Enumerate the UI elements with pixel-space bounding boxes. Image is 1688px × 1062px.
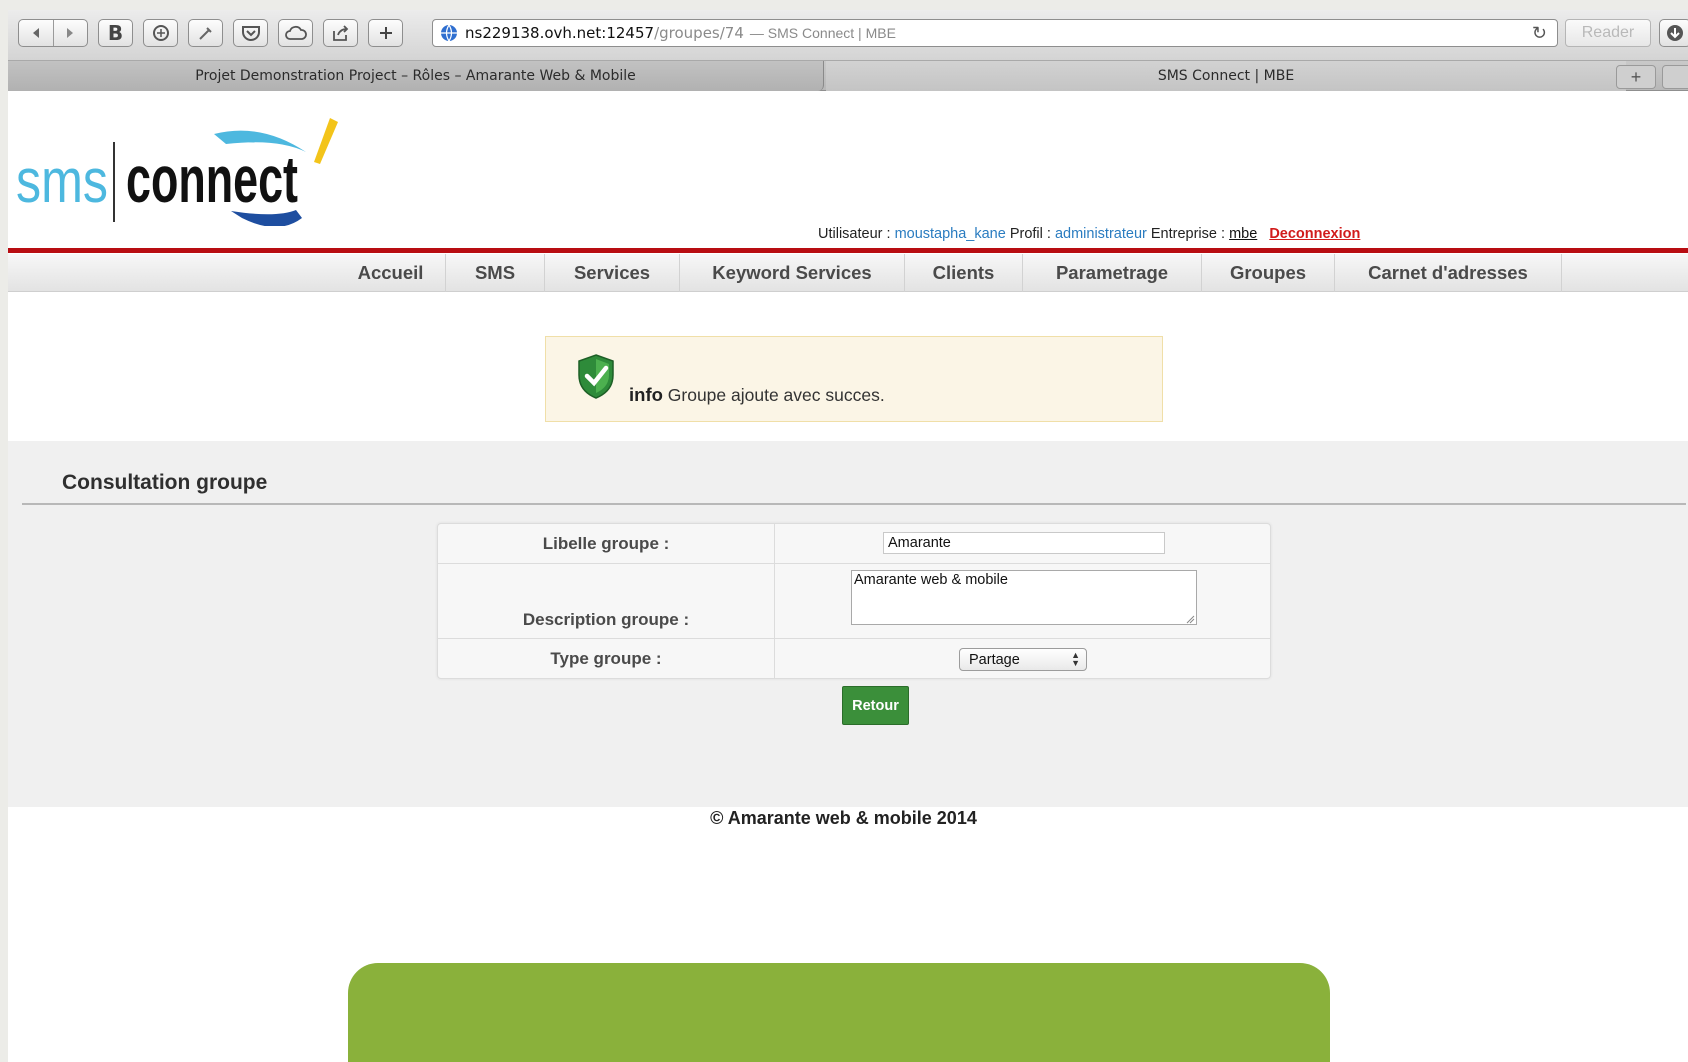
nav-clients[interactable]: Clients xyxy=(905,254,1023,292)
main-nav: Accueil SMS Services Keyword Services Cl… xyxy=(8,254,1688,292)
address-bar[interactable]: ns229138.ovh.net:12457 /groupes/74 — SMS… xyxy=(432,19,1558,47)
forward-button[interactable] xyxy=(52,20,87,46)
nav-carnet-adresses[interactable]: Carnet d'adresses xyxy=(1335,254,1562,292)
tab-bar: Projet Demonstration Project – Rôles – A… xyxy=(8,61,1688,91)
evernote-button[interactable] xyxy=(143,19,178,47)
cloud-button[interactable] xyxy=(278,19,313,47)
company-link[interactable]: mbe xyxy=(1229,226,1257,242)
reload-icon[interactable]: ↻ xyxy=(1532,23,1547,44)
form-row-type: Type groupe : Partage ▲ ▼ xyxy=(438,639,1270,679)
cloud-icon xyxy=(284,25,307,40)
nav-sms[interactable]: SMS xyxy=(446,254,545,292)
tab-projet-demonstration[interactable]: Projet Demonstration Project – Rôles – A… xyxy=(8,61,824,91)
nav-services[interactable]: Services xyxy=(545,254,680,292)
notice-message: Groupe ajoute avec succes. xyxy=(667,385,885,405)
profile-label: Profil : xyxy=(1009,226,1051,242)
description-label: Description groupe : xyxy=(522,610,690,629)
select-arrows-icon: ▲ ▼ xyxy=(1071,650,1080,668)
pocket-icon xyxy=(241,26,260,41)
back-button[interactable] xyxy=(19,20,53,46)
browser-window: B ns229138.ovh.net:12457 /groupes/74 — S… xyxy=(8,10,1688,1062)
new-tab-button[interactable]: + xyxy=(1616,65,1656,89)
footer-copyright: © Amarante web & mobile 2014 xyxy=(710,808,977,828)
tool-button[interactable] xyxy=(188,19,223,47)
download-button[interactable] xyxy=(1659,19,1688,47)
notice-prefix: info xyxy=(629,384,663,405)
group-detail-form: Libelle groupe : Description groupe : Am… xyxy=(437,523,1271,679)
reader-button[interactable]: Reader xyxy=(1565,19,1651,47)
svg-text:sms: sms xyxy=(16,147,108,216)
download-icon xyxy=(1667,25,1683,41)
forward-icon xyxy=(67,28,74,38)
share-button[interactable] xyxy=(323,19,358,47)
libelle-input[interactable] xyxy=(883,532,1165,554)
user-label: Utilisateur : xyxy=(818,226,891,242)
back-icon xyxy=(32,28,39,38)
url-page-title: — SMS Connect | MBE xyxy=(749,25,896,41)
form-row-description: Description groupe : Amarante web & mobi… xyxy=(438,564,1270,639)
user-info-bar: Utilisateur : moustapha_kane Profil : ad… xyxy=(818,226,1360,242)
share-icon xyxy=(332,25,348,41)
notice-text: info Groupe ajoute avec succes. xyxy=(629,384,885,406)
pocket-button[interactable] xyxy=(233,19,268,47)
description-textarea[interactable]: Amarante web & mobile xyxy=(851,570,1197,625)
tab-sms-connect[interactable]: SMS Connect | MBE xyxy=(826,61,1626,91)
plus-icon xyxy=(379,27,392,39)
retour-button[interactable]: Retour xyxy=(842,686,909,725)
globe-icon xyxy=(441,24,457,42)
type-label: Type groupe : xyxy=(550,649,662,668)
nav-parametrage[interactable]: Parametrage xyxy=(1023,254,1202,292)
profile-link[interactable]: administrateur xyxy=(1055,226,1147,242)
back-forward-buttons xyxy=(18,19,88,47)
title-divider xyxy=(22,503,1686,505)
user-link[interactable]: moustapha_kane xyxy=(895,226,1006,242)
column-separator xyxy=(774,564,775,638)
logout-link[interactable]: Deconnexion xyxy=(1269,226,1360,242)
info-notice: info Groupe ajoute avec succes. xyxy=(545,336,1163,422)
tool-icon xyxy=(198,27,212,40)
shield-check-icon xyxy=(578,354,614,399)
sms-connect-logo: sms connect xyxy=(16,118,338,226)
tab-overview-button[interactable] xyxy=(1662,65,1688,89)
plus-icon: + xyxy=(1630,66,1642,87)
page-title: Consultation groupe xyxy=(62,471,268,494)
resize-grip-icon[interactable] xyxy=(1185,614,1195,624)
bold-b-icon: B xyxy=(107,21,124,45)
form-row-libelle: Libelle groupe : xyxy=(438,524,1270,564)
header-divider xyxy=(8,248,1688,253)
nav-accueil[interactable]: Accueil xyxy=(336,254,446,292)
bookmark-b-button[interactable]: B xyxy=(98,19,133,47)
evernote-icon xyxy=(152,25,169,41)
url-host: ns229138.ovh.net:12457 xyxy=(465,24,655,42)
green-bottom-panel xyxy=(348,963,1330,1062)
libelle-label: Libelle groupe : xyxy=(542,534,670,553)
nav-keyword-services[interactable]: Keyword Services xyxy=(680,254,905,292)
svg-text:connect: connect xyxy=(126,142,298,216)
browser-toolbar: B ns229138.ovh.net:12457 /groupes/74 — S… xyxy=(8,10,1688,61)
type-select-value: Partage xyxy=(969,651,1020,668)
column-separator xyxy=(774,639,775,679)
column-separator xyxy=(774,524,775,563)
web-page: sms connect Utilisateur : moustapha_kane… xyxy=(8,92,1688,1062)
content-area: Consultation groupe Libelle groupe : Des… xyxy=(8,441,1688,807)
url-path: /groupes/74 xyxy=(654,24,744,42)
company-label: Entreprise : xyxy=(1150,226,1226,242)
add-bookmark-button[interactable] xyxy=(368,19,403,47)
type-select[interactable]: Partage ▲ ▼ xyxy=(959,648,1087,671)
nav-groupes[interactable]: Groupes xyxy=(1202,254,1335,292)
